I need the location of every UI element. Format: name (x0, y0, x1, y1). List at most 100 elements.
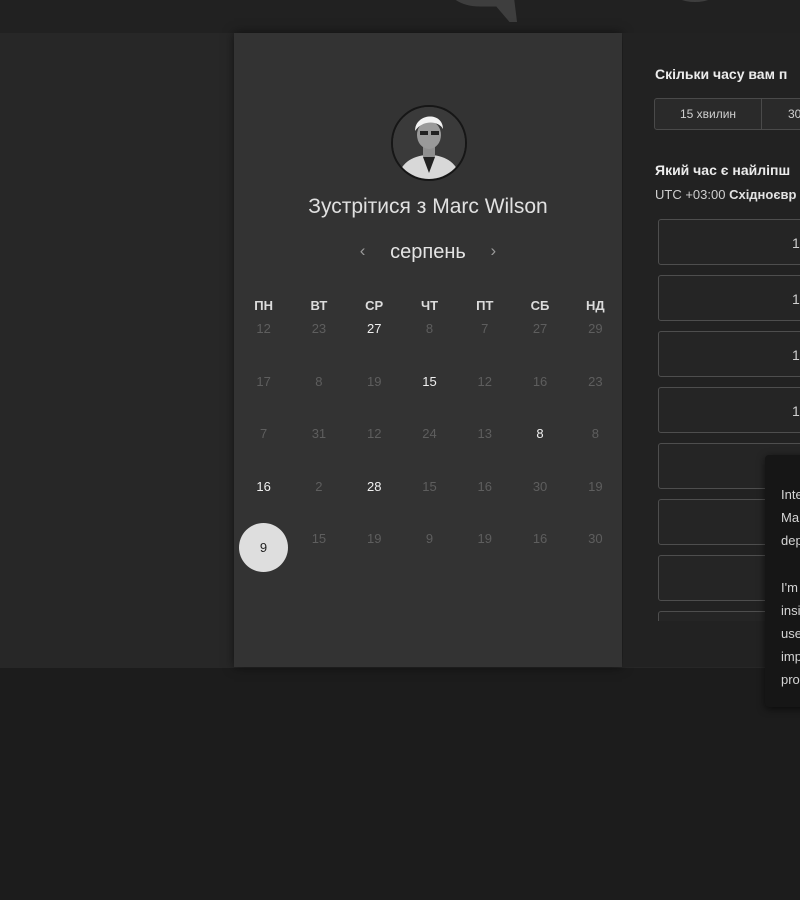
calendar-day-number: 30 (532, 478, 548, 494)
calendar-day-unavailable: 23 (291, 320, 346, 337)
weekday-label: ВТ (310, 298, 328, 313)
meeting-title: Зустрітися з Marc Wilson (308, 195, 548, 218)
calendar-day-unavailable: 16 (457, 478, 512, 495)
calendar-day-unavailable: 19 (457, 530, 512, 547)
calendar-day-unavailable: 12 (236, 320, 291, 337)
calendar-day-unavailable: 31 (291, 425, 346, 442)
calendar-day-available[interactable]: 8 (512, 425, 567, 442)
timezone-label[interactable]: UTC +03:00 Східноєвр (655, 187, 796, 202)
calendar-day-unavailable: 30 (568, 530, 623, 547)
calendar-day-unavailable: 16 (512, 373, 567, 390)
time-slot[interactable]: 1 (658, 331, 800, 377)
tooltip-line: use (781, 626, 800, 641)
calendar-day-number: 2 (315, 478, 323, 494)
tooltip-line: dep (781, 533, 800, 548)
duration-question: Скільки часу вам п (655, 66, 788, 82)
calendar-day-number: 23 (311, 321, 327, 336)
duration-option-15[interactable]: 15 хвилин (655, 99, 762, 129)
calendar-day-available[interactable]: 16 (236, 478, 291, 495)
calendar-day-number: 12 (477, 373, 492, 389)
calendar-day-number: 19 (366, 531, 382, 546)
time-slot-label: 1 (792, 347, 800, 363)
booking-calendar-panel: Зустрітися з Marc Wilson ‹ серпень › ПН … (234, 33, 622, 667)
next-month-button[interactable]: › (481, 241, 505, 261)
calendar-day-number: 15 (422, 373, 437, 389)
weekday-label: ПТ (476, 298, 494, 313)
calendar-day-number: 12 (366, 426, 382, 441)
calendar-day-number: 28 (366, 478, 382, 494)
weekday-label: СР (365, 298, 384, 313)
calendar-day-number: 29 (588, 321, 603, 336)
tooltip-line: insi (781, 603, 800, 618)
calendar-day-unavailable: 17 (236, 373, 291, 390)
calendar-weeks: 12 23 27 8 7 27 29 17 8 19 15 12 16 23 7 31 12 24 13 8 8 16 2 2… (236, 320, 623, 583)
calendar-day-number: 24 (422, 426, 437, 441)
calendar-day-unavailable: 2 (291, 478, 346, 495)
month-navigation: ‹ серпень › (234, 241, 622, 264)
calendar-day-number: 8 (315, 373, 323, 389)
brand-logo (455, 0, 709, 22)
calendar-day-available[interactable]: 28 (347, 478, 402, 495)
host-avatar (391, 105, 467, 181)
calendar-day-unavailable: 12 (347, 425, 402, 442)
calendar-day-unavailable: 19 (347, 530, 402, 547)
calendar-day-unavailable: 12 (457, 373, 512, 390)
calendar-day-unavailable: 19 (347, 373, 402, 390)
calendar-day-number: 12 (256, 321, 271, 336)
duration-option-30[interactable]: 30 (762, 99, 800, 129)
host-bio-tooltip: Inte Ma dep I'm insi use imp pro (765, 455, 800, 707)
calendar-day-selected[interactable]: 9 (236, 523, 291, 572)
time-slot-label: 1 (792, 403, 800, 419)
weekday-label: НД (586, 298, 605, 313)
calendar-day-unavailable: 9 (402, 530, 457, 547)
calendar-day-unavailable: 8 (568, 425, 623, 442)
timezone-name: Східноєвр (729, 187, 797, 202)
calendar-day-number: 16 (477, 478, 492, 494)
calendar-day-unavailable: 15 (291, 530, 346, 547)
calendar-day-unavailable: 8 (402, 320, 457, 337)
calendar-day-unavailable: 13 (457, 425, 512, 442)
tooltip-line: pro (781, 672, 800, 687)
calendar-day-unavailable: 15 (402, 478, 457, 495)
calendar-week-row: 16 2 28 15 16 30 19 (236, 478, 623, 531)
prev-month-button[interactable]: ‹ (351, 241, 375, 261)
calendar-day-number: 17 (256, 373, 271, 389)
time-slot-label: 1 (792, 291, 800, 307)
calendar-day-number: 19 (477, 531, 492, 546)
calendar-day-number: 16 (256, 478, 271, 494)
weekday-header: ПН ВТ СР ЧТ ПТ СБ НД (236, 298, 623, 320)
calendar-week-row: 12 23 27 8 7 27 29 (236, 320, 623, 373)
calendar-day-number: 8 (536, 426, 544, 441)
calendar-day-unavailable: 16 (512, 530, 567, 547)
weekday-label: СБ (530, 298, 550, 313)
calendar-grid: ПН ВТ СР ЧТ ПТ СБ НД 12 23 27 8 7 27 29 17 8 19 15… (236, 298, 623, 583)
time-slot-label: 1 (792, 235, 800, 251)
calendar-day-number: 30 (588, 531, 603, 546)
calendar-day-number: 8 (591, 426, 599, 441)
calendar-day-available[interactable]: 27 (347, 320, 402, 337)
calendar-day-unavailable: 19 (568, 478, 623, 495)
time-slot[interactable]: 1 (658, 219, 800, 265)
calendar-week-row: 7 31 12 24 13 8 8 (236, 425, 623, 478)
calendar-day-number: 9 (425, 531, 434, 546)
calendar-day-number: 16 (532, 373, 548, 389)
calendar-day-number: 31 (311, 426, 327, 441)
time-slot[interactable]: 1 (658, 387, 800, 433)
timezone-offset: UTC +03:00 (655, 187, 726, 202)
calendar-day-number: 7 (260, 426, 268, 441)
calendar-day-number: 16 (532, 531, 548, 546)
calendar-day-number: 23 (588, 373, 603, 389)
calendar-day-number: 7 (481, 321, 489, 336)
tooltip-line: Inte (781, 487, 800, 502)
calendar-week-row: 17 8 19 15 12 16 23 (236, 373, 623, 426)
weekday-label: ЧТ (420, 298, 439, 313)
tooltip-line: Ma (781, 510, 800, 525)
weekday-label: ПН (254, 298, 273, 313)
calendar-day-number: 8 (425, 321, 434, 336)
calendar-day-number: 27 (532, 321, 548, 336)
calendar-day-number: 9 (239, 523, 288, 572)
calendar-day-available[interactable]: 15 (402, 373, 457, 390)
time-slot[interactable]: 1 (658, 275, 800, 321)
calendar-day-unavailable: 24 (402, 425, 457, 442)
calendar-day-unavailable: 7 (457, 320, 512, 337)
